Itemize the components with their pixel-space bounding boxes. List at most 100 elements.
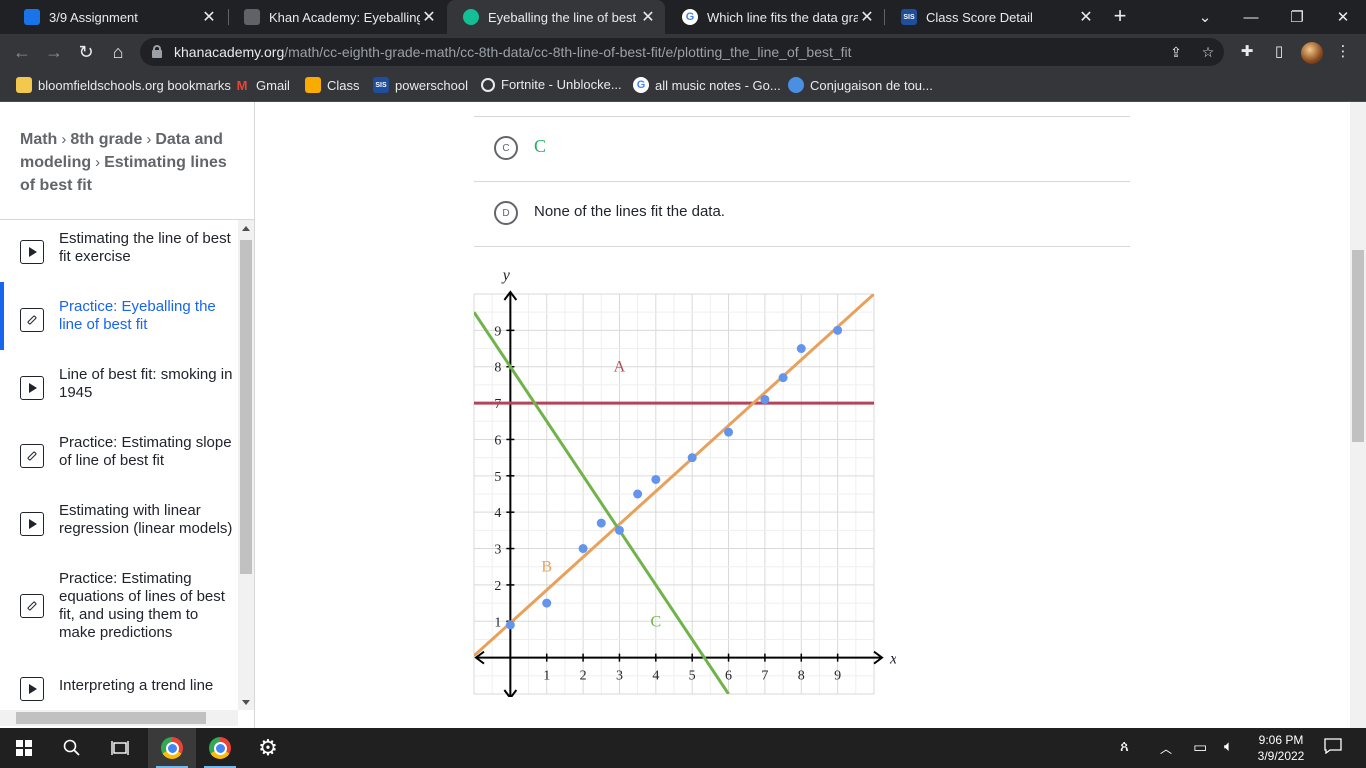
sidebar-vertical-scrollbar[interactable]	[238, 220, 254, 710]
people-icon[interactable]: ጰ	[1120, 738, 1129, 755]
reload-icon[interactable]: ↻	[74, 40, 98, 64]
bookmark-label: bloomfieldschools.org bookmarks	[38, 77, 231, 93]
lesson-title: Line of best fit: smoking in 1945	[59, 366, 233, 401]
bookmark-gmail[interactable]: M Gmail	[234, 77, 290, 93]
y-tick-label: 1	[494, 615, 501, 630]
bookmark-fortnite[interactable]: Fortnite - Unblocke...	[481, 77, 622, 92]
folder-icon	[16, 77, 32, 93]
windows-start-icon[interactable]	[0, 728, 48, 768]
breadcrumb: Math › 8th grade › Data and modeling › Estimat…	[20, 128, 236, 197]
x-tick-label: 6	[725, 669, 732, 684]
sidebar-item-estimating-exercise[interactable]: Estimating the line of best fit exercise	[0, 230, 238, 276]
bookmark-folder-bloomfield[interactable]: bloomfieldschools.org bookmarks	[16, 77, 231, 93]
system-clock[interactable]: 9:06 PM 3/9/2022	[1252, 732, 1310, 764]
sidebar-item-eyeballing-practice[interactable]: Practice: Eyeballing the line of best fi…	[0, 298, 238, 344]
volume-icon[interactable]: 🔈︎	[1224, 738, 1233, 755]
menu-kebab-icon[interactable]: ⋮	[1333, 42, 1353, 62]
scrollbar-thumb[interactable]	[16, 712, 206, 724]
breadcrumb-separator: ›	[146, 131, 152, 148]
sidebar-item-linear-regression[interactable]: Estimating with linear regression (linea…	[0, 502, 238, 548]
bookmark-powerschool[interactable]: SIS powerschool	[373, 77, 468, 93]
back-arrow-icon[interactable]: ←	[10, 40, 34, 64]
sidebar-item-trend-line[interactable]: Interpreting a trend line	[0, 677, 238, 701]
chrome-taskbar-icon[interactable]	[148, 728, 196, 768]
data-point	[578, 544, 588, 554]
url-text[interactable]: khanacademy.org/math/cc-eighth-grade-mat…	[174, 44, 852, 60]
url-host: khanacademy.org	[174, 44, 285, 60]
x-tick-label: 7	[761, 669, 768, 684]
search-icon[interactable]	[48, 728, 96, 768]
bookmarks-bar: bloomfieldschools.org bookmarks M Gmail …	[0, 70, 1366, 102]
forward-arrow-icon[interactable]: →	[42, 40, 66, 64]
bookmark-music-notes[interactable]: G all music notes - Go...	[633, 77, 781, 93]
data-point	[796, 344, 806, 354]
sidebar-item-equations-practice[interactable]: Practice: Estimating equations of lines …	[0, 570, 238, 650]
globe-icon	[481, 77, 495, 92]
new-tab-button[interactable]: +	[1108, 4, 1132, 28]
video-play-icon	[20, 376, 44, 400]
extensions-puzzle-icon[interactable]: ✚	[1237, 42, 1257, 62]
close-icon[interactable]: ✕	[639, 7, 657, 27]
choice-text: None of the lines fit the data.	[534, 203, 725, 220]
bookmark-conjugaison[interactable]: Conjugaison de tou...	[788, 77, 933, 93]
scroll-down-arrow-icon[interactable]	[242, 700, 250, 705]
choice-text: C	[534, 136, 547, 156]
close-icon[interactable]: ✕	[1077, 7, 1095, 27]
lesson-title: Practice: Estimating equations of lines …	[59, 570, 225, 641]
side-panel-icon[interactable]: ▯	[1269, 42, 1289, 62]
scrollbar-thumb[interactable]	[240, 240, 252, 574]
sidebar-horizontal-scrollbar[interactable]	[0, 710, 238, 726]
battery-icon[interactable]: ▭	[1193, 738, 1207, 756]
x-tick-label: 8	[798, 669, 805, 684]
y-tick-label: 4	[494, 506, 501, 521]
address-bar[interactable]: khanacademy.org/math/cc-eighth-grade-mat…	[140, 38, 1224, 66]
line-label-a: A	[614, 359, 626, 376]
tab-khan-assignment[interactable]: Khan Academy: Eyeballing th ✕	[228, 0, 446, 34]
url-path: /math/cc-eighth-grade-math/cc-8th-data/c…	[284, 44, 852, 60]
close-window-button[interactable]: ✕	[1320, 0, 1366, 34]
sidebar-item-smoking-1945[interactable]: Line of best fit: smoking in 1945	[0, 366, 238, 412]
page: Math › 8th grade › Data and modeling › Estimat…	[0, 102, 1366, 728]
choice-d[interactable]: D None of the lines fit the data.	[474, 181, 1130, 245]
settings-gear-icon[interactable]: ⚙	[244, 728, 292, 768]
breadcrumb-grade[interactable]: 8th grade	[70, 131, 142, 148]
chrome-taskbar-icon[interactable]	[196, 728, 244, 768]
close-icon[interactable]: ✕	[200, 7, 218, 27]
minimize-button[interactable]: —	[1228, 0, 1274, 34]
data-point	[687, 453, 697, 463]
google-icon: G	[633, 77, 649, 93]
x-tick-label: 9	[834, 669, 841, 684]
notifications-icon[interactable]	[1324, 738, 1342, 758]
clock-date: 3/9/2022	[1257, 749, 1305, 763]
bookmark-class[interactable]: Class	[305, 77, 360, 93]
choice-letter-d: D	[494, 201, 518, 225]
scrollbar-thumb[interactable]	[1352, 250, 1364, 442]
profile-avatar[interactable]	[1301, 42, 1323, 64]
breadcrumb-math[interactable]: Math	[20, 131, 57, 148]
x-axis-label: x	[889, 651, 896, 668]
choice-c[interactable]: C C	[474, 116, 1130, 180]
home-icon[interactable]: ⌂	[106, 40, 130, 64]
bookmark-label: all music notes - Go...	[655, 77, 781, 93]
tab-search-icon[interactable]: ⌄	[1182, 0, 1228, 34]
tab-class-score[interactable]: SIS Class Score Detail ✕	[885, 0, 1103, 34]
video-play-icon	[20, 677, 44, 701]
tab-assignment[interactable]: 3/9 Assignment ✕	[8, 0, 226, 34]
restore-button[interactable]: ❐	[1274, 0, 1320, 34]
choice-letter-c: C	[494, 136, 518, 160]
share-icon[interactable]: ⇪	[1166, 42, 1186, 62]
lesson-title: Interpreting a trend line	[59, 677, 214, 694]
scroll-up-arrow-icon[interactable]	[242, 226, 250, 231]
data-point	[724, 427, 734, 437]
close-icon[interactable]: ✕	[420, 7, 438, 27]
tab-google-search[interactable]: G Which line fits the data grapl ✕	[666, 0, 884, 34]
chevron-up-icon[interactable]: ︿	[1160, 740, 1172, 757]
tab-eyeballing-active[interactable]: Eyeballing the line of best fit ✕	[447, 0, 665, 34]
y-tick-label: 9	[494, 324, 501, 339]
sidebar-item-slope-practice[interactable]: Practice: Estimating slope of line of be…	[0, 434, 238, 480]
bookmark-star-icon[interactable]: ☆	[1198, 42, 1218, 62]
sis-icon: SIS	[901, 9, 917, 25]
task-view-icon[interactable]	[96, 728, 144, 768]
close-icon[interactable]: ✕	[858, 7, 876, 27]
page-vertical-scrollbar[interactable]	[1350, 102, 1366, 728]
